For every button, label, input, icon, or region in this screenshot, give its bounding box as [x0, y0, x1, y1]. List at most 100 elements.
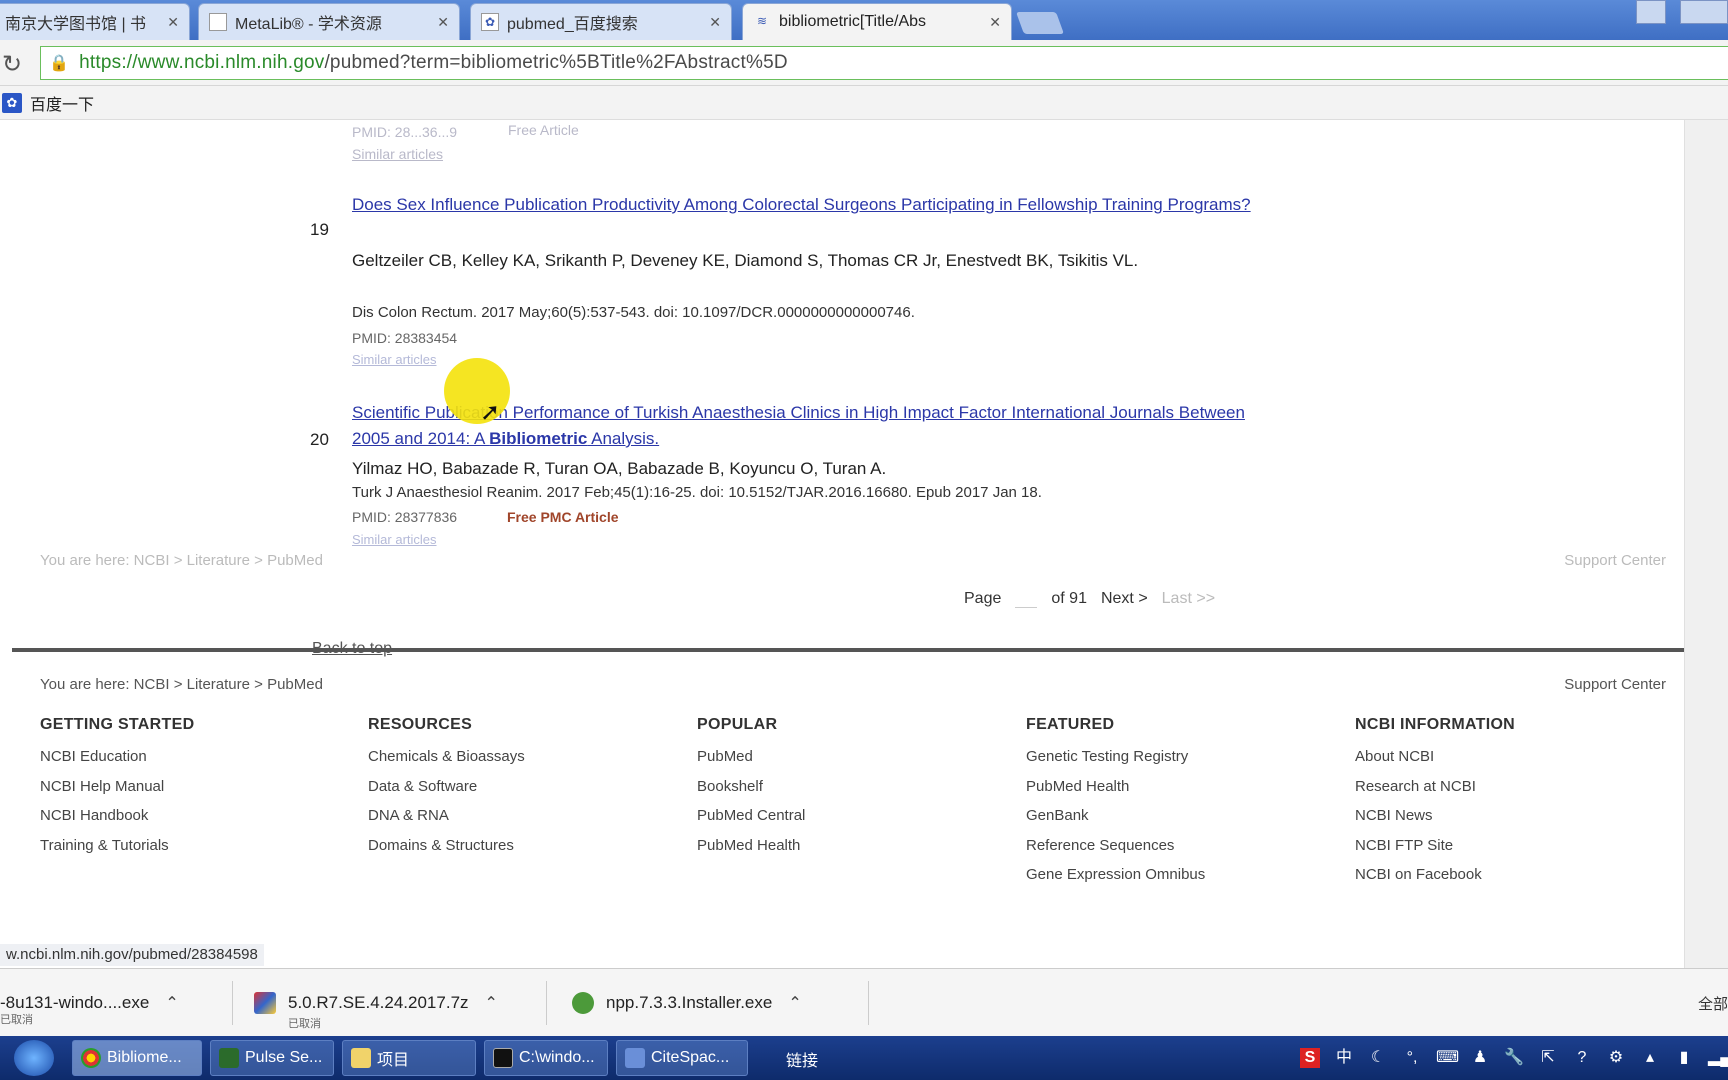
similar-articles-link[interactable]: Similar articles [352, 532, 437, 547]
task-citespace[interactable]: CiteSpac... [616, 1040, 748, 1076]
tab-pubmed-active[interactable]: ≋ bibliometric[Title/Abs ✕ [742, 3, 1012, 40]
chevron-up-icon[interactable]: ⌃ [788, 993, 801, 1013]
tab-metalib[interactable]: MetaLib® - 学术资源 ✕ [198, 3, 460, 40]
network-icon[interactable]: ▮ [1674, 1048, 1694, 1068]
footer-link[interactable]: Domains & Structures [368, 831, 668, 861]
ime-indicator[interactable]: 中 [1334, 1048, 1354, 1068]
footer-link[interactable]: Gene Expression Omnibus [1026, 860, 1326, 890]
footer-link[interactable]: NCBI on Facebook [1355, 860, 1655, 890]
task-label: CiteSpac... [651, 1049, 730, 1066]
tab-library[interactable]: 南京大学图书馆 | 书 ✕ [0, 3, 190, 40]
keyboard-icon[interactable]: ⌨ [1436, 1048, 1459, 1068]
minimize-button[interactable] [1680, 0, 1728, 24]
chevron-up-icon[interactable]: ⌃ [165, 993, 178, 1013]
page-label: Page [964, 590, 1002, 607]
similar-articles-link[interactable]: Similar articles [352, 352, 437, 367]
reload-icon[interactable]: ↻ [2, 50, 22, 79]
footer-link[interactable]: About NCBI [1355, 742, 1655, 772]
result-number: 19 [310, 220, 329, 239]
footer-link[interactable]: NCBI Handbook [40, 801, 340, 831]
result-journal: Turk J Anaesthesiol Reanim. 2017 Feb;45(… [352, 484, 1042, 501]
footer-link[interactable]: PubMed Health [697, 831, 997, 861]
download-item[interactable]: -8u131-windo....exe ⌃ 已取消 [0, 979, 179, 1027]
footer-link[interactable]: PubMed [697, 742, 997, 772]
footer-link[interactable]: NCBI Help Manual [40, 772, 340, 802]
installer-icon [572, 992, 594, 1014]
wrench-icon[interactable]: 🔧 [1504, 1048, 1524, 1068]
footer-link[interactable]: GenBank [1026, 801, 1326, 831]
task-pulse[interactable]: Pulse Se... [210, 1040, 334, 1076]
close-icon[interactable]: ✕ [989, 14, 1001, 31]
user-icon[interactable]: ♟ [1470, 1048, 1490, 1068]
new-tab-button[interactable] [1015, 12, 1065, 34]
footer-link[interactable]: NCBI Education [40, 742, 340, 772]
footer-link[interactable]: Chemicals & Bioassays [368, 742, 668, 772]
task-label: Pulse Se... [245, 1049, 323, 1066]
footer-link[interactable]: PubMed Central [697, 801, 997, 831]
free-pmc-article-badge[interactable]: Free PMC Article [507, 509, 619, 525]
download-status: 已取消 [288, 1018, 321, 1030]
sogou-icon[interactable]: S [1300, 1048, 1320, 1068]
chevron-up-icon[interactable]: ▴ [1640, 1048, 1660, 1068]
system-tray: S 中 ☾ °, ⌨ ♟ 🔧 ⇱ ? ⚙ ▴ ▮ ▂▄ 🔊 [1300, 1036, 1728, 1080]
close-icon[interactable]: ✕ [437, 14, 449, 31]
links-toolbar[interactable]: 链接 [786, 1047, 818, 1071]
user-button[interactable] [1636, 0, 1666, 24]
page-icon [209, 13, 227, 31]
task-label: Bibliome... [107, 1049, 182, 1066]
prev-similar-articles[interactable]: Similar articles [352, 146, 443, 162]
footer-col-heading: GETTING STARTED [40, 716, 195, 733]
chrome-icon [81, 1048, 101, 1068]
download-item[interactable]: 5.0.R7.SE.4.24.2017.7z 已取消 ⌃ [254, 979, 498, 1030]
footer-link[interactable]: Data & Software [368, 772, 668, 802]
windows-start-icon[interactable] [14, 1040, 54, 1076]
next-page-link[interactable]: Next > [1101, 590, 1148, 608]
footer-link[interactable]: Genetic Testing Registry [1026, 742, 1326, 772]
url-host: https://www.ncbi.nlm.nih.gov [79, 52, 325, 73]
browser-tab-strip: 南京大学图书馆 | 书 ✕ MetaLib® - 学术资源 ✕ ✿ pubmed… [0, 0, 1728, 40]
help-icon[interactable]: ? [1572, 1048, 1592, 1068]
footer-link[interactable]: NCBI News [1355, 801, 1655, 831]
task-chrome[interactable]: Bibliome... [72, 1040, 202, 1076]
separator [868, 981, 869, 1025]
task-folder[interactable]: 项目 [342, 1040, 476, 1076]
chevron-up-icon[interactable]: ⌃ [485, 993, 498, 1013]
close-icon[interactable]: ✕ [167, 14, 179, 31]
moon-icon[interactable]: ☾ [1368, 1048, 1388, 1068]
result-number: 20 [310, 430, 329, 449]
close-icon[interactable]: ✕ [709, 14, 721, 31]
footer-link[interactable]: Bookshelf [697, 772, 997, 802]
task-cmd[interactable]: C:\windo... [484, 1040, 608, 1076]
separator [232, 981, 233, 1025]
footer-link[interactable]: Training & Tutorials [40, 831, 340, 861]
footer-link[interactable]: NCBI FTP Site [1355, 831, 1655, 861]
page-number-input[interactable] [1015, 590, 1038, 608]
task-label: 项目 [377, 1052, 410, 1069]
footer-link[interactable]: DNA & RNA [368, 801, 668, 831]
folder-icon [351, 1048, 371, 1068]
support-center-link[interactable]: Support Center [1564, 676, 1666, 693]
page-content: PMID: 28...36...9 Free Article Similar a… [12, 120, 1684, 968]
footer-link[interactable]: Research at NCBI [1355, 772, 1655, 802]
page-scrollbar[interactable] [1684, 120, 1728, 968]
url-field[interactable]: 🔒 https://www.ncbi.nlm.nih.gov/pubmed?te… [40, 46, 1728, 80]
result-title-link[interactable]: Does Sex Influence Publication Productiv… [352, 192, 1252, 218]
footer-col-resources: RESOURCES Chemicals & Bioassays Data & S… [368, 716, 668, 860]
last-page-link[interactable]: Last >> [1162, 590, 1215, 608]
signal-icon[interactable]: ▂▄ [1708, 1048, 1728, 1068]
download-item[interactable]: npp.7.3.3.Installer.exe ⌃ [572, 979, 802, 1027]
footer-col-popular: POPULAR PubMed Bookshelf PubMed Central … [697, 716, 997, 860]
tab-baidu[interactable]: ✿ pubmed_百度搜索 ✕ [470, 3, 732, 40]
settings-icon[interactable]: ⚙ [1606, 1048, 1626, 1068]
result-pmid: PMID: 28383454 [352, 330, 458, 346]
punctuation-icon[interactable]: °, [1402, 1048, 1422, 1068]
support-center-ghost[interactable]: Support Center [1564, 552, 1666, 569]
footer-link[interactable]: Reference Sequences [1026, 831, 1326, 861]
pagination: Page of 91 Next > Last >> [964, 590, 1215, 608]
result-authors: Geltzeiler CB, Kelley KA, Srikanth P, De… [352, 251, 1139, 270]
result-pmid: PMID: 28377836 [352, 509, 458, 525]
bookmark-baidu[interactable]: 百度一下 [30, 91, 94, 115]
show-all-downloads[interactable]: 全部 [1698, 993, 1728, 1014]
footer-link[interactable]: PubMed Health [1026, 772, 1326, 802]
share-icon[interactable]: ⇱ [1538, 1048, 1558, 1068]
